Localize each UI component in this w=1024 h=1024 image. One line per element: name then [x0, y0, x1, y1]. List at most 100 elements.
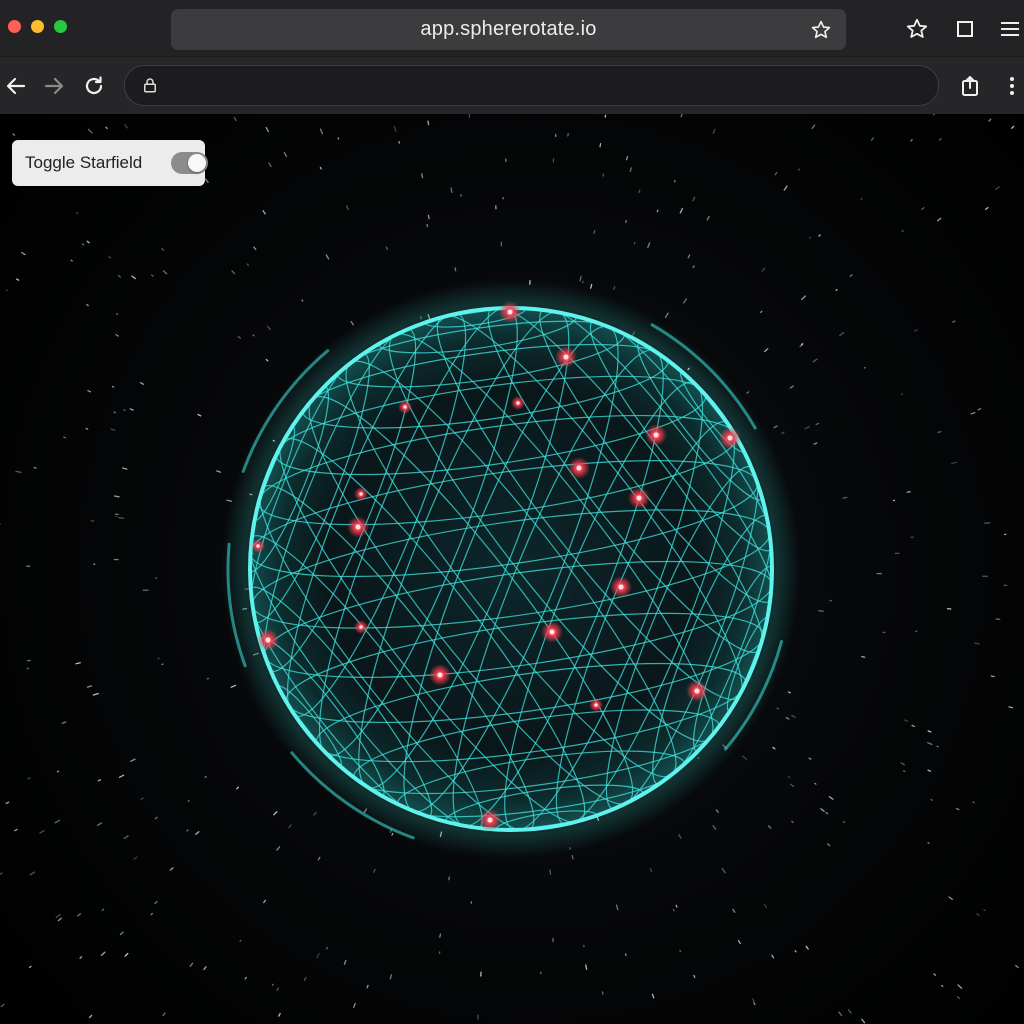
star: [870, 137, 875, 142]
star: [203, 966, 207, 971]
star: [246, 263, 250, 267]
star: [1015, 964, 1019, 969]
star: [29, 871, 36, 876]
star: [77, 913, 82, 917]
star: [391, 832, 394, 836]
star: [927, 742, 933, 746]
star: [150, 912, 153, 916]
star: [602, 173, 605, 177]
star: [427, 214, 430, 220]
star: [930, 798, 934, 801]
highlight-node: [398, 400, 412, 414]
star: [842, 496, 848, 499]
star: [151, 274, 154, 277]
star: [571, 854, 574, 860]
star: [933, 973, 937, 976]
browser-window: app.sphererotate.io Toggle Starfield: [0, 0, 1024, 1024]
star: [86, 685, 93, 688]
address-bar[interactable]: [124, 65, 939, 106]
menu-icon[interactable]: [998, 17, 1022, 41]
star: [911, 724, 915, 728]
more-vertical-icon[interactable]: [1000, 74, 1024, 98]
star: [952, 320, 956, 323]
highlight-node: [589, 698, 603, 712]
star: [825, 811, 829, 815]
star: [325, 946, 329, 950]
star: [130, 758, 136, 762]
star: [239, 939, 242, 942]
minimize-window-button[interactable]: [31, 20, 44, 33]
star-icon[interactable]: [905, 17, 929, 41]
star: [454, 267, 457, 272]
reload-icon[interactable]: [82, 74, 106, 98]
star: [252, 334, 255, 337]
star: [301, 299, 304, 302]
highlight-node: [499, 301, 521, 323]
star: [771, 954, 775, 959]
star: [154, 900, 158, 905]
address-input[interactable]: [169, 72, 913, 100]
star: [974, 642, 980, 645]
star: [233, 116, 237, 122]
scene-svg: [0, 114, 1019, 1024]
star: [108, 256, 111, 259]
star: [773, 425, 778, 429]
star: [783, 185, 788, 191]
star: [927, 842, 930, 845]
star: [970, 411, 976, 415]
toggle-starfield-label: Toggle Starfield: [25, 153, 143, 172]
star: [230, 684, 237, 688]
star: [385, 246, 388, 250]
star: [794, 950, 797, 953]
tab-url-display[interactable]: app.sphererotate.io: [171, 9, 846, 50]
share-icon[interactable]: [958, 74, 982, 98]
star: [313, 811, 317, 816]
star: [101, 908, 105, 912]
star: [244, 976, 247, 980]
star: [76, 211, 79, 215]
title-bar: app.sphererotate.io: [0, 0, 1024, 56]
maximize-window-button[interactable]: [54, 20, 67, 33]
star: [941, 984, 944, 988]
star: [231, 270, 236, 275]
star: [672, 908, 675, 912]
star: [319, 128, 324, 135]
star: [860, 197, 863, 201]
star: [812, 358, 818, 363]
highlight-node: [251, 539, 265, 553]
star: [590, 283, 593, 289]
star: [977, 408, 982, 411]
star: [162, 270, 168, 275]
star: [861, 655, 866, 658]
star: [678, 833, 682, 839]
star: [800, 342, 804, 346]
highlight-node: [555, 346, 577, 368]
star: [828, 796, 834, 800]
starfield-toggle-switch[interactable]: [171, 152, 208, 174]
star: [288, 824, 292, 829]
star: [680, 114, 683, 118]
star: [814, 782, 817, 785]
star: [303, 976, 307, 982]
star: [838, 1011, 843, 1017]
star: [283, 152, 287, 157]
star: [746, 391, 750, 394]
bookmark-star-icon[interactable]: [810, 19, 832, 41]
star: [913, 329, 918, 332]
star: [675, 904, 678, 908]
highlight-node: [347, 516, 369, 538]
back-arrow-icon[interactable]: [4, 74, 28, 98]
star: [732, 908, 736, 913]
star: [236, 786, 240, 790]
star: [801, 295, 807, 301]
star: [651, 993, 655, 999]
star: [56, 770, 60, 773]
star: [774, 171, 778, 176]
sphere-canvas[interactable]: Toggle Starfield: [0, 114, 1024, 1024]
star: [849, 274, 853, 277]
close-window-button[interactable]: [8, 20, 21, 33]
star: [119, 931, 124, 936]
forward-arrow-icon[interactable]: [42, 74, 66, 98]
window-icon[interactable]: [953, 17, 977, 41]
star: [827, 843, 831, 847]
